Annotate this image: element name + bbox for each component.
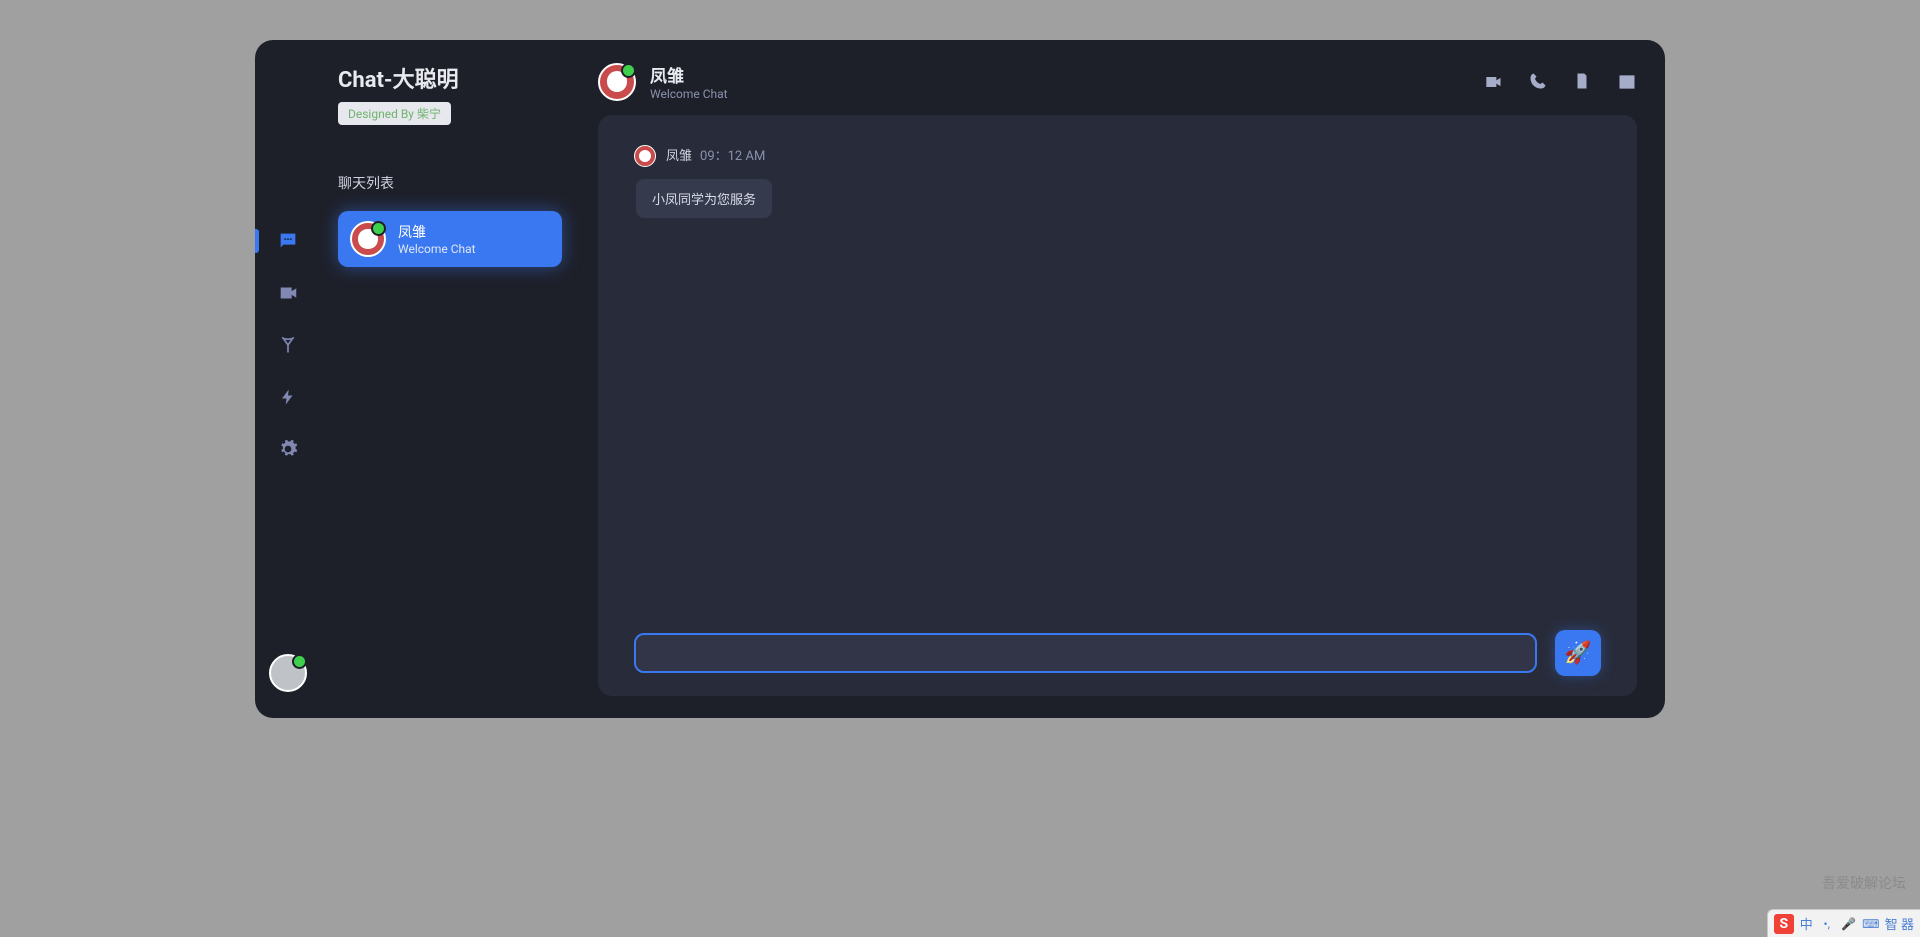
ime-toolbar[interactable]: S 中 •, 🎤 ⌨ 智 器 <box>1767 909 1920 937</box>
sidebar: Chat-大聪明 Designed By 柴宁 聊天列表 凤雏 Welcome … <box>320 40 580 718</box>
ime-keyboard-icon[interactable]: ⌨ <box>1863 916 1879 932</box>
rocket-icon: 🚀 <box>1564 641 1591 666</box>
msg-avatar-icon <box>634 145 656 167</box>
chat-area: 凤雏 09：12 AM 小凤同学为您服务 🚀 <box>598 115 1637 696</box>
chat-icon <box>277 230 299 252</box>
header-avatar-icon <box>598 63 636 101</box>
msg-time: 09：12 AM <box>700 145 765 164</box>
antenna-icon <box>278 335 298 355</box>
nav-rail <box>255 40 320 718</box>
ime-logo-icon: S <box>1774 914 1794 934</box>
header-name: 凤雏 <box>650 62 728 87</box>
watermark: 吾爱破解论坛 <box>1822 873 1906 893</box>
chat-header: 凤雏 Welcome Chat <box>598 58 1637 115</box>
nav-chat[interactable] <box>255 215 320 267</box>
chat-item-subtitle: Welcome Chat <box>398 242 476 256</box>
nav-video[interactable] <box>255 267 320 319</box>
nav-bolt[interactable] <box>255 371 320 423</box>
ime-punct-icon[interactable]: •, <box>1819 916 1835 932</box>
video-call-icon[interactable] <box>1483 72 1503 92</box>
msg-bubble: 小凤同学为您服务 <box>636 179 772 218</box>
phone-icon[interactable] <box>1529 72 1547 92</box>
bolt-icon <box>279 388 297 406</box>
ime-lang[interactable]: 中 <box>1800 914 1813 933</box>
designer-badge: Designed By 柴宁 <box>338 102 451 125</box>
nav-antenna[interactable] <box>255 319 320 371</box>
user-avatar[interactable] <box>269 654 307 696</box>
file-icon[interactable] <box>1573 72 1591 92</box>
message-input[interactable] <box>634 633 1537 673</box>
gear-icon <box>278 439 298 459</box>
video-icon <box>277 282 299 304</box>
msg-author: 凤雏 <box>666 145 692 164</box>
image-icon[interactable] <box>1617 72 1637 92</box>
ime-mic-icon[interactable]: 🎤 <box>1841 916 1857 932</box>
main-panel: 凤雏 Welcome Chat 凤雏 09：12 AM 小凤同学为您 <box>580 40 1665 718</box>
message-row: 凤雏 09：12 AM <box>634 145 1601 167</box>
bot-avatar-icon <box>350 221 386 257</box>
app-window: Chat-大聪明 Designed By 柴宁 聊天列表 凤雏 Welcome … <box>255 40 1665 718</box>
section-label: 聊天列表 <box>338 173 562 193</box>
app-title: Chat-大聪明 <box>338 62 562 94</box>
chat-list-item[interactable]: 凤雏 Welcome Chat <box>338 211 562 267</box>
ime-extra[interactable]: 智 器 <box>1885 914 1914 933</box>
header-subtitle: Welcome Chat <box>650 87 728 101</box>
send-button[interactable]: 🚀 <box>1555 630 1601 676</box>
input-row: 🚀 <box>634 612 1601 676</box>
chat-item-name: 凤雏 <box>398 222 476 242</box>
nav-settings[interactable] <box>255 423 320 475</box>
